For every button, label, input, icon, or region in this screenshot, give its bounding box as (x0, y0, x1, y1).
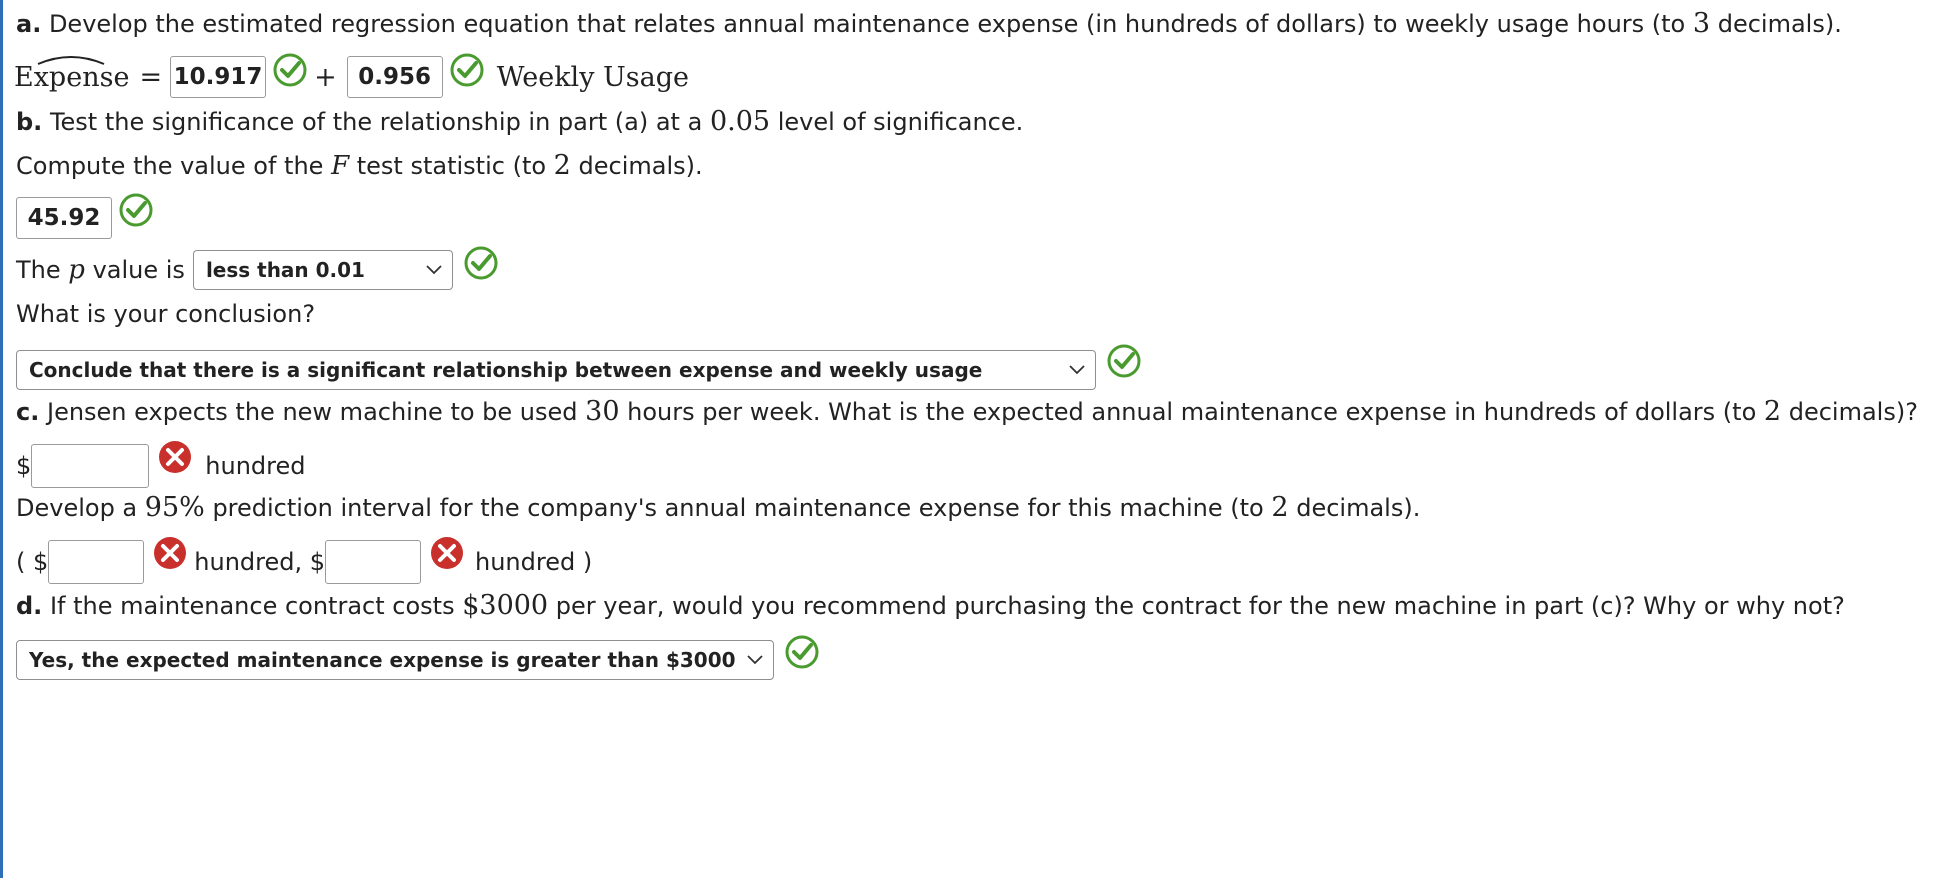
part-a-text-end: decimals). (1717, 9, 1842, 38)
intercept-input[interactable]: 10.917 (170, 56, 267, 98)
part-d-row: Yes, the expected maintenance expense is… (16, 635, 820, 680)
weekly-usage-variable: Weekly Usage (496, 61, 689, 93)
check-icon (449, 52, 485, 94)
pi-text: Develop a (16, 493, 138, 522)
chevron-down-icon (426, 265, 442, 275)
chevron-down-icon (1069, 365, 1085, 375)
open-paren: ( $ (16, 548, 49, 576)
part-c-text-3: decimals)? (1788, 397, 1918, 426)
check-icon (272, 52, 308, 94)
conclusion-prompt: What is your conclusion? (16, 300, 315, 328)
plus-sign: + (314, 61, 337, 93)
pi-upper-input[interactable] (325, 540, 421, 584)
check-icon (118, 192, 154, 234)
conclusion-select[interactable]: Conclude that there is a significant rel… (16, 350, 1096, 390)
conclusion-selected: Conclude that there is a significant rel… (29, 358, 983, 382)
p-value-select[interactable]: less than 0.01 (192, 250, 453, 290)
pi-lower-input[interactable] (48, 540, 145, 584)
part-d-text-2: per year, would you recommend purchasing… (555, 591, 1845, 620)
expected-expense-input[interactable] (31, 444, 150, 488)
chevron-down-icon (747, 655, 763, 665)
dollar-sign: $ (16, 452, 32, 480)
alpha-value: 0.05 (709, 106, 771, 137)
f-variable: F (331, 150, 350, 181)
f-prompt-text: Compute the value of the (16, 151, 324, 180)
part-b-text-end: level of significance. (777, 107, 1024, 136)
part-d-text: If the maintenance contract costs (49, 591, 455, 620)
check-icon (784, 634, 820, 676)
pi-text-2: prediction interval for the company's an… (212, 493, 1264, 522)
p-prompt-text: The (16, 256, 61, 284)
hundred-unit: hundred (205, 452, 306, 480)
f-prompt-text-2: test statistic (to (356, 151, 547, 180)
f-prompt-text-3: decimals). (578, 151, 703, 180)
x-icon (152, 535, 188, 577)
part-a-prompt: a. Develop the estimated regression equa… (16, 8, 1842, 39)
slope-input[interactable]: 0.956 (346, 56, 443, 98)
conclusion-row: Conclude that there is a significant rel… (16, 344, 1142, 390)
expected-expense-row: $ hundred (16, 441, 306, 488)
prediction-interval-prompt: Develop a 95% prediction interval for th… (16, 492, 1420, 523)
recommendation-selected: Yes, the expected maintenance expense is… (29, 648, 736, 672)
p-value-row: The p value is less than 0.01 (16, 246, 499, 290)
prediction-interval-row: ( $ hundred, $ hundred ) (16, 537, 593, 584)
check-icon (1106, 343, 1142, 385)
p-variable: p (68, 255, 85, 285)
x-icon (429, 535, 465, 577)
part-b-text: Test the significance of the relationshi… (49, 107, 703, 136)
f-value-row: 45.92 (16, 193, 154, 239)
part-c-decimals: 2 (1763, 396, 1782, 427)
p-value-selected: less than 0.01 (205, 258, 365, 282)
part-d-prompt: d. If the maintenance contract costs $30… (16, 590, 1845, 621)
x-icon (157, 439, 193, 481)
hours-value: 30 (585, 396, 620, 427)
pi-mid-text: hundred, $ (194, 548, 325, 576)
part-b-prompt: b. Test the significance of the relation… (16, 106, 1023, 137)
conclusion-prompt-text: What is your conclusion? (16, 300, 316, 328)
part-a-label: a. (16, 9, 42, 38)
f-decimals: 2 (553, 150, 571, 181)
part-c-text-2: hours per week. What is the expected ann… (627, 397, 1757, 426)
expense-variable: Expense (14, 61, 130, 93)
part-c-text: Jensen expects the new machine to be use… (46, 397, 578, 426)
regression-equation: Expense = 10.917 + 0.956 Weekly Usage (14, 53, 689, 98)
recommendation-select[interactable]: Yes, the expected maintenance expense is… (16, 640, 774, 680)
f-value-input[interactable]: 45.92 (16, 197, 112, 239)
f-statistic-prompt: Compute the value of the F test statisti… (16, 150, 703, 181)
pi-text-3: decimals). (1296, 493, 1421, 522)
part-c-label: c. (16, 397, 40, 426)
p-prompt-text-2: value is (92, 256, 185, 284)
equals-sign: = (139, 61, 163, 93)
part-b-label: b. (16, 107, 43, 136)
part-c-prompt: c. Jensen expects the new machine to be … (16, 396, 1918, 427)
check-icon (463, 245, 499, 287)
pi-decimals: 2 (1271, 492, 1289, 523)
part-d-label: d. (16, 591, 43, 620)
part-a-text: Develop the estimated regression equatio… (48, 9, 1686, 38)
pi-close-text: hundred ) (475, 548, 593, 576)
pi-level: 95% (144, 492, 205, 523)
contract-cost: $3000 (462, 590, 549, 621)
expense-hat-term: Expense (14, 55, 130, 93)
part-a-decimals: 3 (1692, 8, 1711, 39)
hat-accent (37, 55, 105, 65)
